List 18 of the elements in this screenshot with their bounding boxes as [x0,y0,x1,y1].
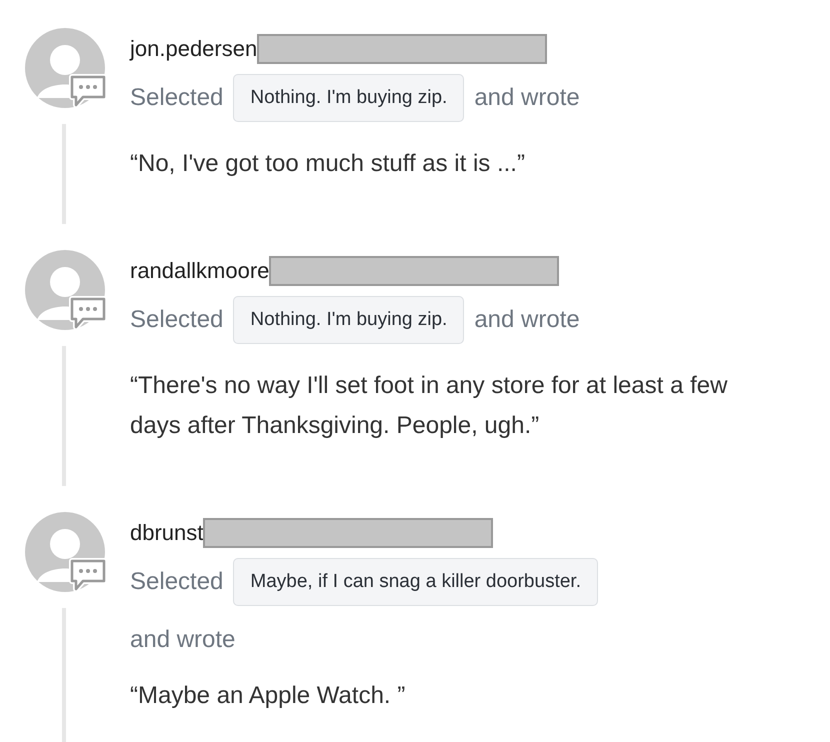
wrote-label: and wrote [474,84,580,112]
selected-label: Selected [130,84,224,112]
selected-label: Selected [130,568,224,596]
comment-text: “Maybe an Apple Watch. ” [130,681,406,711]
username: jon.pedersen [130,36,258,62]
selected-label: Selected [130,306,224,334]
comment-text: “There's no way I'll set foot in any store for at least a few days after Thanksgiving. People, ugh.” [130,371,728,441]
choice-tag: Nothing. I'm buying zip. [233,296,464,344]
choice-tag: Nothing. I'm buying zip. [233,74,464,122]
comment-icon [69,74,107,108]
comment-icon [69,296,107,330]
comment-text: “No, I've got too much stuff as it is ...” [130,149,526,179]
username: randallkmoore [130,258,270,284]
username: dbrunst [130,520,204,546]
wrote-label: and wrote [130,626,236,654]
wrote-label: and wrote [474,306,580,334]
choice-tag: Maybe, if I can snag a killer doorbuster. [233,558,598,606]
comment-icon [69,558,107,592]
